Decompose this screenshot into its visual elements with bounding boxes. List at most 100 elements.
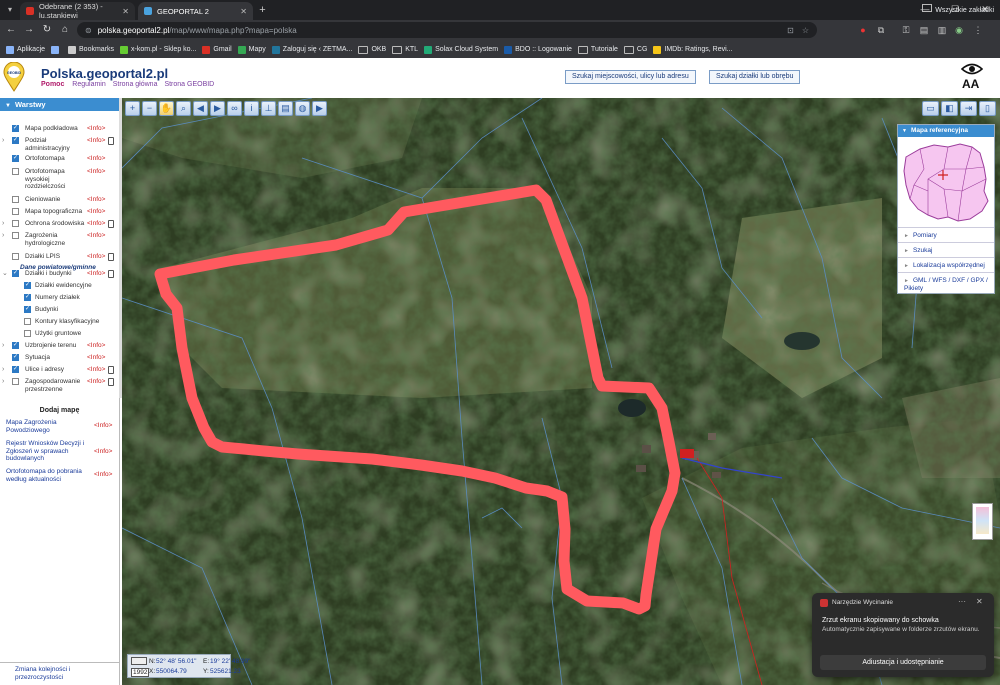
close-notification-icon[interactable]: ✕ — [976, 597, 983, 606]
bookmark-item[interactable]: CG — [623, 45, 647, 54]
extra-map-permits[interactable]: Rejestr Wniosków Decyzji i Zgłoszeń w sp… — [6, 440, 86, 463]
chevron-right-icon[interactable]: › — [2, 137, 4, 145]
layer-checkbox[interactable] — [12, 168, 19, 175]
layout-split-icon[interactable]: ◧ — [941, 101, 958, 116]
translate-icon[interactable]: ▤ — [918, 24, 930, 36]
menu-dots-icon[interactable]: ⋮ — [972, 24, 984, 36]
geobid-logo[interactable]: GEOBID — [3, 62, 25, 92]
layer-checkbox[interactable] — [24, 294, 31, 301]
extra-map-flood[interactable]: Mapa Zagrożenia Powodziowego — [6, 419, 86, 434]
info-link[interactable]: <Info> — [87, 232, 105, 240]
font-size-toggle[interactable]: AA — [962, 77, 979, 91]
layer-checkbox[interactable] — [12, 270, 19, 277]
layer-checkbox[interactable] — [12, 155, 19, 162]
layer-checkbox[interactable] — [12, 366, 19, 373]
close-tab-icon[interactable]: ✕ — [240, 7, 247, 16]
bookmark-item[interactable]: Zaloguj się ‹ ZETMA... — [271, 45, 352, 54]
home-page-link[interactable]: Strona główna — [113, 81, 158, 88]
layer-checkbox[interactable] — [24, 318, 31, 325]
building[interactable] — [712, 472, 721, 478]
document-icon[interactable] — [108, 220, 114, 228]
chevron-right-icon[interactable]: › — [2, 220, 4, 228]
bookmark-item[interactable]: Aplikacje — [6, 45, 45, 54]
site-title[interactable]: Polska.geoportal2.pl — [41, 66, 168, 81]
info-link[interactable]: <Info> — [94, 448, 112, 455]
link-icon[interactable]: ∞ — [227, 101, 242, 116]
measurements-item[interactable]: ► Pomiary — [898, 227, 994, 242]
bookmark-item[interactable]: Bookmarks — [68, 45, 114, 54]
info-icon[interactable]: i — [244, 101, 259, 116]
all-bookmarks-link[interactable]: Wszystkie zakładki — [922, 4, 994, 14]
info-link[interactable]: <Info> — [87, 253, 105, 261]
previous-view-icon[interactable]: ◀ — [193, 101, 208, 116]
layer-label[interactable]: Ortofotomapa wysokiej rozdzielczości — [25, 168, 85, 191]
coordinate-location-item[interactable]: ► Lokalizacja współrzędnej — [898, 257, 994, 272]
document-icon[interactable] — [108, 137, 114, 145]
layout-full-icon[interactable]: ▭ — [922, 101, 939, 116]
layers-header[interactable]: ▼ Warstwy — [0, 98, 119, 111]
building[interactable] — [636, 465, 646, 472]
bookmark-item[interactable]: Solax Cloud System — [424, 45, 498, 54]
extra-map-orthophoto-download[interactable]: Ortofotomapa do pobrania według aktualno… — [6, 468, 86, 483]
info-link[interactable]: <Info> — [87, 208, 105, 216]
sidebar-icon[interactable]: ▥ — [936, 24, 948, 36]
browser-tab-gmail[interactable]: Odebrane (2 353) - lu.stankiewi ✕ — [20, 2, 135, 20]
layer-checkbox[interactable] — [24, 282, 31, 289]
crs-icon[interactable] — [131, 657, 147, 665]
bookmark-item[interactable]: Tutoriale — [577, 45, 618, 54]
bookmark-item[interactable]: KTL — [392, 45, 418, 54]
terms-link[interactable]: Regulamin — [72, 81, 105, 88]
globe-icon[interactable]: ◍ — [295, 101, 310, 116]
bookmark-item[interactable]: Mapy — [237, 45, 266, 54]
pinterest-extension-icon[interactable]: ● — [857, 24, 869, 36]
layer-label[interactable]: Zagospodarowanie przestrzenne — [25, 378, 85, 393]
close-tab-icon[interactable]: ✕ — [122, 7, 129, 16]
tab-search-icon[interactable]: ▾ — [8, 5, 17, 14]
info-link[interactable]: <Info> — [87, 196, 105, 204]
url-input[interactable]: ⊜ polska.geoportal2.pl/map/www/mapa.php?… — [77, 22, 817, 38]
info-link[interactable]: <Info> — [87, 168, 105, 176]
more-options-icon[interactable]: ··· — [958, 597, 966, 606]
reference-map-header[interactable]: ▼ Mapa referencyjna — [898, 125, 994, 137]
video-icon[interactable]: ▶ — [312, 101, 327, 116]
bookmark-item[interactable] — [51, 45, 62, 54]
layer-checkbox[interactable] — [12, 378, 19, 385]
layer-label[interactable]: Ulice i adresy — [25, 366, 85, 374]
layers-scrollbar[interactable] — [119, 98, 122, 398]
document-icon[interactable] — [108, 270, 114, 278]
bookmark-item[interactable]: OKB — [358, 45, 386, 54]
document-icon[interactable] — [108, 253, 114, 261]
layer-label[interactable]: Zagrożenia hydrologiczne — [25, 232, 85, 247]
export-icon[interactable]: ⇥ — [960, 101, 977, 116]
back-icon[interactable]: ← — [5, 24, 17, 36]
forward-icon[interactable]: → — [23, 24, 35, 36]
zoom-out-icon[interactable]: − — [142, 101, 157, 116]
password-key-icon[interactable]: ⚿ — [900, 24, 912, 36]
next-view-icon[interactable]: ▶ — [210, 101, 225, 116]
layer-label[interactable]: Działki LPIS — [25, 253, 85, 261]
crs-label[interactable]: 1992 — [131, 668, 150, 677]
layer-label[interactable]: Numery działek — [35, 294, 103, 302]
chevron-right-icon[interactable]: › — [2, 232, 4, 240]
layer-label[interactable]: Podział administracyjny — [25, 137, 85, 152]
bookmark-star-icon[interactable]: ☆ — [802, 26, 809, 35]
bookmark-item[interactable]: IMDb: Ratings, Revi... — [653, 45, 732, 54]
bookmark-item[interactable]: BDO :: Logowanie — [504, 45, 572, 54]
info-link[interactable]: <Info> — [87, 270, 105, 278]
layer-label[interactable]: Uzbrojenie terenu — [25, 342, 85, 350]
pan-hand-icon[interactable]: ✋ — [159, 101, 174, 116]
zoom-in-icon[interactable]: + — [125, 101, 140, 116]
layer-checkbox[interactable] — [12, 354, 19, 361]
info-link[interactable]: <Info> — [87, 366, 105, 374]
layer-checkbox[interactable] — [12, 220, 19, 227]
document-icon[interactable] — [108, 366, 114, 374]
map-legend-thumbnail[interactable] — [972, 503, 993, 540]
chevron-right-icon[interactable]: › — [2, 378, 4, 386]
extensions-icon[interactable]: ⧉ — [875, 24, 887, 36]
layer-checkbox[interactable] — [12, 253, 19, 260]
building[interactable] — [708, 433, 716, 440]
layer-checkbox[interactable] — [24, 306, 31, 313]
search-item[interactable]: ► Szukaj — [898, 242, 994, 257]
install-app-icon[interactable]: ⊡ — [787, 26, 794, 35]
layer-label[interactable]: Cieniowanie — [25, 196, 85, 204]
